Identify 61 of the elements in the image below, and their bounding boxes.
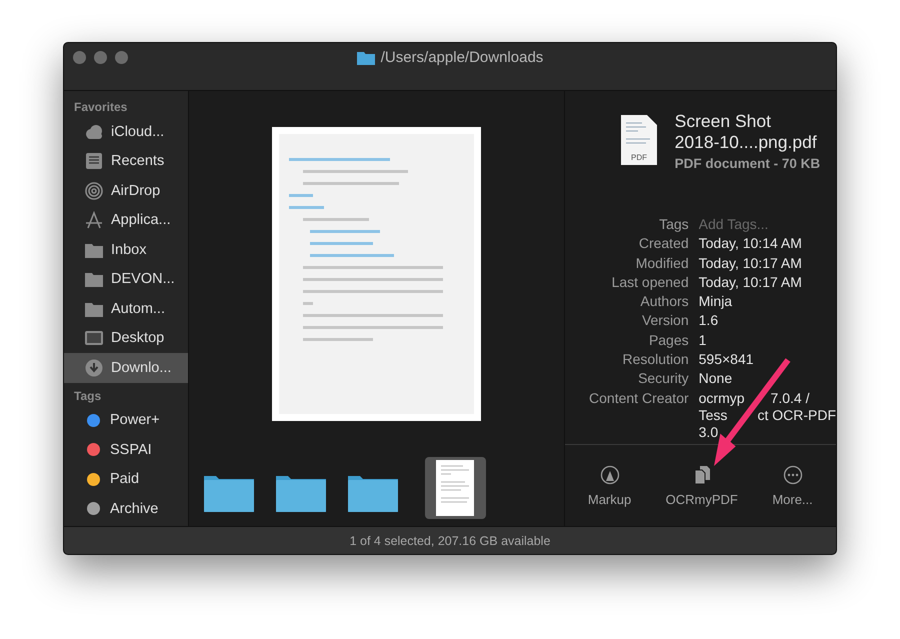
metadata-label: Resolution [621, 351, 689, 368]
file-name: Screen Shot [674, 111, 772, 132]
metadata-value: 1 [698, 332, 708, 350]
metadata-value: Today, 10:17 AM [698, 254, 803, 272]
document-thumbnail[interactable] [424, 457, 486, 519]
file-kind: PDF document - 70 KB [674, 156, 820, 171]
sidebar-item[interactable]: Recents [64, 146, 188, 176]
metadata-label: Tags [658, 216, 689, 234]
metadata-label: Pages [648, 332, 689, 350]
metadata-value: Today, 10:17 AM [698, 274, 803, 292]
tag-item[interactable]: Archive [64, 494, 188, 524]
window-title: /Users/apple/Downloads [380, 49, 544, 66]
metadata-value: ct OCR-PDF [757, 406, 836, 424]
sidebar-item[interactable]: DEVON... [64, 264, 188, 294]
sidebar-item[interactable]: Downlo... [64, 353, 188, 382]
download-icon [84, 358, 104, 377]
metadata-value: Tess [698, 406, 728, 424]
metadata-value: Today, 10:14 AM [698, 235, 803, 253]
sidebar-item[interactable]: iCloud... [64, 117, 188, 146]
section-header: Tags [73, 388, 102, 404]
metadata-label: Last opened [610, 274, 689, 292]
metadata-value: None [698, 370, 734, 388]
cloud-icon [84, 122, 104, 141]
tray-icon [84, 152, 104, 170]
metadata-label: Security [637, 370, 689, 388]
metadata-label: Authors [639, 293, 689, 310]
ellipsis-icon [782, 464, 803, 484]
sidebar-item[interactable]: AirDrop [64, 176, 188, 206]
metadata-label: Version [640, 312, 689, 330]
metadata-value: 595×841 [698, 351, 755, 368]
metadata-label: Content Creator [588, 390, 689, 408]
close-button[interactable] [73, 51, 86, 64]
airdrop-icon [84, 182, 104, 200]
action-button[interactable]: Markup [584, 460, 636, 510]
metadata-value: Minja [698, 293, 734, 310]
tag-item[interactable]: SSPAI [64, 435, 188, 464]
metadata-value: 3.0 [698, 424, 718, 442]
action-button[interactable]: More... [768, 460, 817, 510]
minimize-button[interactable] [94, 51, 107, 64]
status-bar: 1 of 4 selected, 207.16 GB available [64, 526, 836, 554]
metadata-value: 7.0.4 / [770, 390, 810, 407]
pen-icon [600, 464, 620, 484]
section-header: Favorites [73, 100, 128, 116]
tag-item[interactable]: Paid [64, 464, 188, 494]
file-name: 2018-10....png.pdf [674, 132, 818, 153]
metadata-value: 1.6 [698, 312, 720, 330]
zoom-button[interactable] [115, 51, 128, 64]
action-button[interactable]: OCRmyPDF [662, 460, 742, 510]
metadata-value: ocrmyp [698, 390, 745, 407]
tags-field[interactable]: Add Tags... [698, 216, 809, 234]
tag-item[interactable]: Power+ [64, 406, 188, 435]
sidebar-item[interactable]: Inbox [64, 235, 188, 264]
monitor-icon [84, 329, 104, 348]
sidebar-item[interactable]: Applica... [64, 206, 188, 235]
metadata-label: Modified [634, 254, 689, 272]
metadata-label: Created [638, 235, 689, 253]
folder-icon [84, 270, 104, 288]
sidebar-item[interactable]: Desktop [64, 324, 188, 353]
sidebar-item[interactable]: Autom... [64, 294, 188, 324]
folder-icon [356, 50, 375, 65]
pdf-file-icon: PDF [620, 115, 657, 165]
